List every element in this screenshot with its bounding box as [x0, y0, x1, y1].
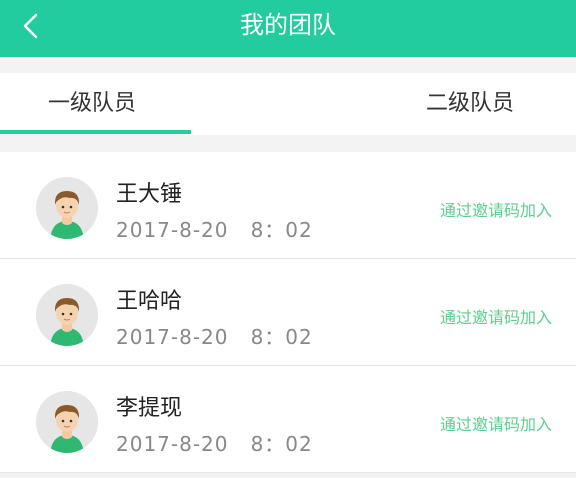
- member-list: 王大锤 2017-8-20 8：02 通过邀请码加入 王哈哈 2017-8-20…: [0, 152, 576, 473]
- header-bar: 我的团队: [0, 0, 576, 57]
- list-item[interactable]: 王哈哈 2017-8-20 8：02 通过邀请码加入: [0, 259, 576, 366]
- join-method: 通过邀请码加入: [439, 201, 552, 220]
- member-name: 李提现: [116, 396, 183, 421]
- join-method: 通过邀请码加入: [439, 415, 552, 434]
- male-avatar-icon: [36, 391, 98, 453]
- list-item[interactable]: 李提现 2017-8-20 8：02 通过邀请码加入: [0, 366, 576, 473]
- join-date: 2017-8-20 8：02: [116, 432, 313, 456]
- join-date: 2017-8-20 8：02: [116, 218, 313, 242]
- active-tab-indicator: [0, 130, 191, 134]
- page-title: 我的团队: [240, 11, 336, 39]
- male-avatar-icon: [36, 177, 98, 239]
- male-avatar-icon: [36, 284, 98, 346]
- tab-bar: 一级队员 二级队员: [0, 73, 576, 135]
- join-method: 通过邀请码加入: [439, 308, 552, 327]
- tab-level-one[interactable]: 一级队员: [48, 73, 136, 135]
- tab-level-two[interactable]: 二级队员: [426, 73, 514, 135]
- member-name: 王大锤: [116, 182, 183, 207]
- member-name: 王哈哈: [116, 289, 183, 314]
- list-item[interactable]: 王大锤 2017-8-20 8：02 通过邀请码加入: [0, 152, 576, 259]
- join-date: 2017-8-20 8：02: [116, 325, 313, 349]
